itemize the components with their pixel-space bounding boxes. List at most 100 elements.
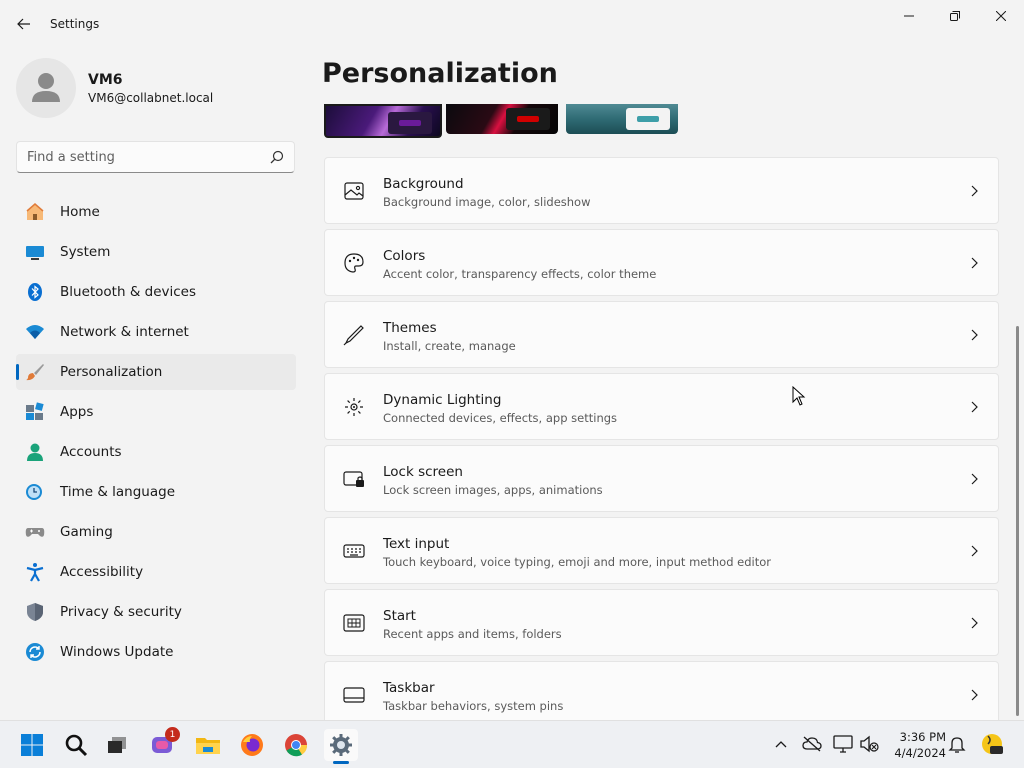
taskbar-app-file-explorer[interactable] [191, 729, 225, 761]
task-view-button[interactable] [101, 729, 135, 761]
title-bar: Settings [0, 0, 1024, 48]
network-tray-button[interactable] [832, 734, 854, 754]
maximize-button[interactable] [932, 0, 978, 32]
card-title: Colors [383, 248, 426, 264]
theme-taskbar-preview [626, 108, 670, 130]
sidebar-item-gaming[interactable]: Gaming [16, 514, 296, 550]
theme-thumbnail[interactable] [324, 104, 442, 138]
pen-icon [343, 325, 364, 346]
themes-card[interactable]: Themes Install, create, manage [324, 301, 999, 368]
taskbar-app-firefox[interactable] [235, 729, 269, 761]
apps-icon [26, 402, 44, 420]
theme-picker [322, 104, 682, 140]
search-input[interactable] [17, 142, 257, 172]
sidebar-item-accessibility[interactable]: Accessibility [16, 554, 296, 590]
wifi-icon [26, 325, 44, 339]
lock-screen-card[interactable]: Lock screen Lock screen images, apps, an… [324, 445, 999, 512]
taskbar-clock[interactable]: 3:36 PM 4/4/2024 [884, 729, 946, 761]
chevron-right-icon [971, 257, 978, 269]
taskbar-search-button[interactable] [59, 729, 93, 761]
theme-accent-bar [399, 120, 421, 126]
background-card[interactable]: Background Background image, color, slid… [324, 157, 999, 224]
card-subtitle: Touch keyboard, voice typing, emoji and … [383, 555, 772, 569]
folder-icon [196, 738, 220, 754]
clock-time: 3:36 PM [899, 730, 946, 744]
search-icon [65, 734, 88, 757]
sidebar-item-label: System [60, 244, 111, 260]
colors-card[interactable]: Colors Accent color, transparency effect… [324, 229, 999, 296]
onedrive-tray-button[interactable] [801, 734, 823, 754]
sidebar-item-bluetooth[interactable]: Bluetooth & devices [16, 274, 296, 310]
sidebar-item-system[interactable]: System [16, 234, 296, 270]
card-title: Dynamic Lighting [383, 392, 502, 408]
back-button[interactable] [8, 8, 40, 40]
volume-tray-button[interactable] [858, 734, 880, 754]
theme-thumbnail[interactable] [566, 104, 678, 134]
sidebar-item-label: Network & internet [60, 324, 189, 340]
minimize-button[interactable] [886, 0, 932, 32]
close-button[interactable] [978, 0, 1024, 32]
sidebar-item-label: Gaming [60, 524, 113, 540]
sidebar-item-home[interactable]: Home [16, 194, 296, 230]
taskbar-icon [343, 687, 365, 703]
card-subtitle: Recent apps and items, folders [383, 627, 562, 641]
card-subtitle: Accent color, transparency effects, colo… [383, 267, 657, 281]
theme-accent-bar [517, 116, 539, 122]
sidebar-item-privacy-security[interactable]: Privacy & security [16, 594, 296, 630]
notifications-button[interactable] [946, 734, 968, 754]
chevron-right-icon [971, 617, 978, 629]
vertical-scrollbar[interactable] [1016, 326, 1019, 716]
chevron-right-icon [971, 689, 978, 701]
theme-thumbnail[interactable] [446, 104, 558, 134]
lighting-icon [345, 398, 363, 416]
chevron-right-icon [971, 401, 978, 413]
card-title: Start [383, 608, 416, 624]
bluetooth-icon [28, 283, 42, 301]
home-icon [26, 203, 44, 220]
card-title: Background [383, 176, 464, 192]
gamepad-icon [25, 528, 45, 537]
sidebar-item-label: Windows Update [60, 644, 174, 660]
sidebar-item-personalization[interactable]: Personalization [16, 354, 296, 390]
start-icon [343, 614, 365, 632]
dynamic-lighting-card[interactable]: Dynamic Lighting Connected devices, effe… [324, 373, 999, 440]
chevron-up-icon [775, 741, 787, 748]
search-box[interactable] [16, 141, 295, 173]
sidebar-item-label: Time & language [60, 484, 176, 500]
brush-icon [26, 364, 44, 381]
sidebar-item-network[interactable]: Network & internet [16, 314, 296, 350]
user-profile[interactable]: VM6 VM6@collabnet.local [16, 56, 296, 120]
card-title: Text input [383, 536, 450, 552]
card-subtitle: Connected devices, effects, app settings [383, 411, 618, 425]
theme-taskbar-preview [388, 112, 432, 134]
card-subtitle: Background image, color, slideshow [383, 195, 591, 209]
active-app-indicator [333, 761, 349, 764]
mouse-cursor-icon [792, 386, 806, 406]
page-title: Personalization [322, 58, 558, 89]
windows-logo-icon [21, 734, 43, 756]
minimize-icon [904, 15, 914, 17]
pre-badge-icon [982, 734, 1003, 754]
taskbar-app-settings[interactable] [324, 729, 358, 761]
search-icon[interactable] [270, 150, 284, 164]
sidebar-item-windows-update[interactable]: Windows Update [16, 634, 296, 670]
show-hidden-icons-button[interactable] [770, 734, 792, 754]
firefox-icon [241, 734, 263, 756]
start-card[interactable]: Start Recent apps and items, folders [324, 589, 999, 656]
theme-taskbar-preview [506, 108, 550, 130]
sidebar-item-apps[interactable]: Apps [16, 394, 296, 430]
image-icon [344, 182, 364, 200]
user-icon [32, 73, 60, 102]
sidebar-item-time-language[interactable]: Time & language [16, 474, 296, 510]
sidebar-item-accounts[interactable]: Accounts [16, 434, 296, 470]
taskbar-card[interactable]: Taskbar Taskbar behaviors, system pins [324, 661, 999, 720]
taskbar-app-chrome[interactable] [279, 729, 313, 761]
start-button[interactable] [15, 729, 49, 761]
sidebar-item-label: Apps [60, 404, 94, 420]
card-subtitle: Lock screen images, apps, animations [383, 483, 603, 497]
notification-badge: 1 [165, 727, 180, 742]
cloud-offline-icon [802, 736, 822, 752]
text-input-card[interactable]: Text input Touch keyboard, voice typing,… [324, 517, 999, 584]
restore-icon [950, 11, 960, 21]
insider-preview-button[interactable] [980, 732, 1004, 756]
